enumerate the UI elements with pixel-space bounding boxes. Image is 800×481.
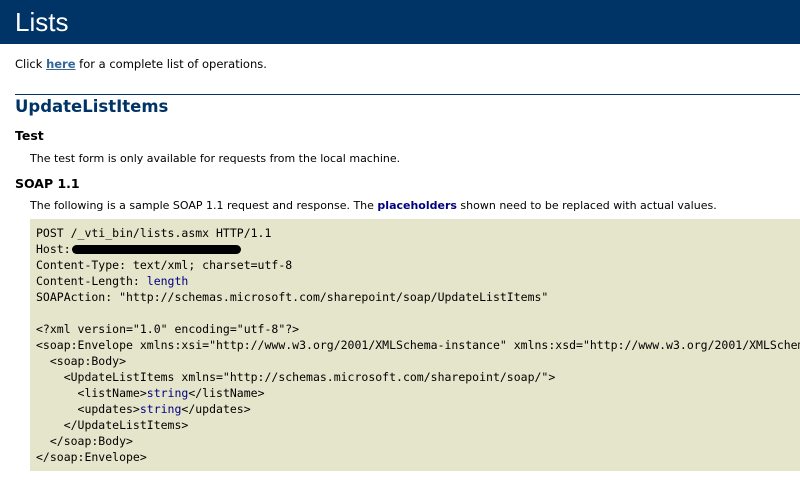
code-line-body-close: </soap:Body>: [36, 434, 133, 448]
code-line-post: POST /_vti_bin/lists.asmx HTTP/1.1: [36, 226, 272, 240]
redacted-host: [71, 245, 241, 254]
test-description: The test form is only available for requ…: [30, 152, 401, 165]
page-header: Lists: [0, 0, 800, 44]
divider: [15, 94, 800, 95]
placeholders-term: placeholders: [377, 199, 457, 212]
code-line-updates-open: <updates>: [36, 402, 140, 416]
code-line-soapaction: SOAPAction: "http://schemas.microsoft.co…: [36, 290, 549, 304]
intro-text: Click here for a complete list of operat…: [15, 57, 267, 71]
code-line-listname-open: <listName>: [36, 386, 147, 400]
code-line-body-open: <soap:Body>: [36, 354, 127, 368]
soap-heading: SOAP 1.1: [15, 176, 80, 191]
soap-description-prefix: The following is a sample SOAP 1.1 reque…: [30, 199, 378, 212]
soap-request-code-block: POST /_vti_bin/lists.asmx HTTP/1.1 Host:…: [30, 219, 800, 471]
code-line-xml-declaration: <?xml version="1.0" encoding="utf-8"?>: [36, 322, 300, 336]
operations-list-link[interactable]: here: [46, 57, 75, 71]
operation-title: UpdateListItems: [15, 97, 169, 116]
intro-suffix: for a complete list of operations.: [75, 57, 267, 71]
code-line-content-length-label: Content-Length:: [36, 274, 147, 288]
code-line-envelope-open: <soap:Envelope xmlns:xsi="http://www.w3.…: [36, 338, 800, 352]
code-line-host: Host:: [36, 242, 71, 256]
code-line-envelope-close: </soap:Envelope>: [36, 450, 147, 464]
soap-description-suffix: shown need to be replaced with actual va…: [456, 199, 717, 212]
code-line-operation-open: <UpdateListItems xmlns="http://schemas.m…: [36, 370, 556, 384]
test-heading: Test: [15, 128, 44, 143]
code-line-listname-close: </listName>: [188, 386, 265, 400]
code-line-content-type: Content-Type: text/xml; charset=utf-8: [36, 258, 293, 272]
placeholder-length: length: [146, 274, 189, 288]
page-title: Lists: [15, 7, 69, 37]
soap-description: The following is a sample SOAP 1.1 reque…: [30, 199, 717, 213]
code-line-operation-close: </UpdateListItems>: [36, 418, 189, 432]
intro-prefix: Click: [15, 57, 47, 71]
code-line-updates-close: </updates>: [181, 402, 251, 416]
placeholder-listname-string: string: [146, 386, 189, 400]
placeholder-updates-string: string: [139, 402, 182, 416]
